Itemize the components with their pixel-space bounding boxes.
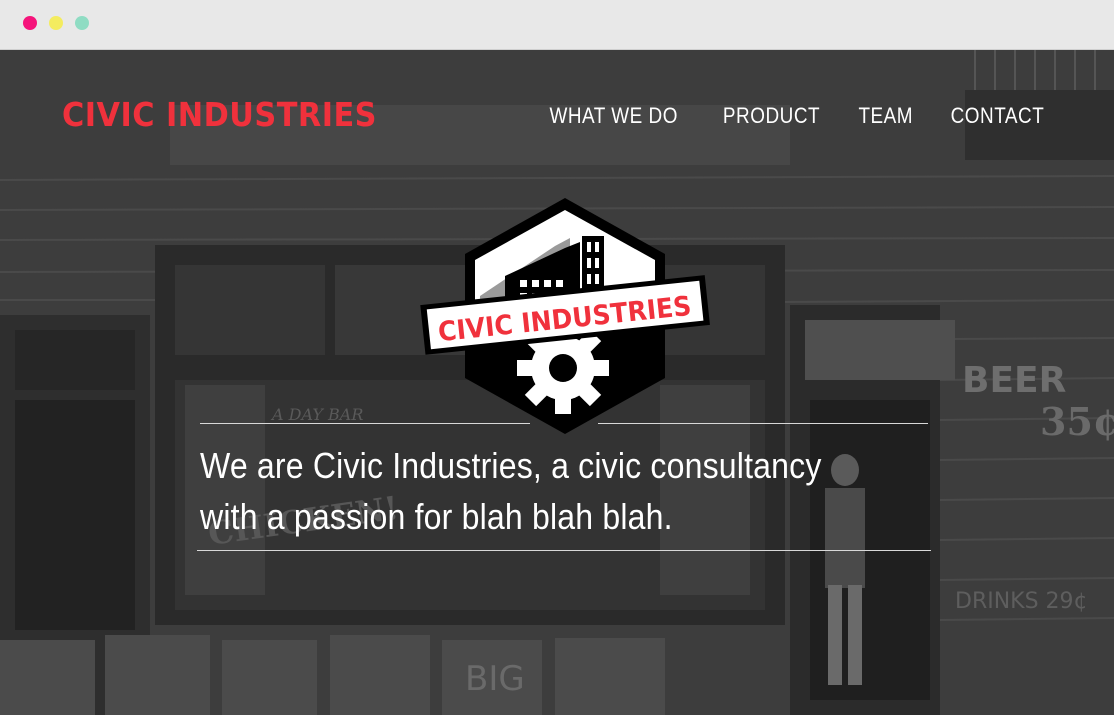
main-nav: WHAT WE DO PRODUCT TEAM CONTACT bbox=[539, 103, 1052, 129]
svg-text:BEER: BEER bbox=[962, 360, 1066, 401]
tagline-top-rule-right bbox=[598, 423, 928, 424]
minimize-window-button[interactable] bbox=[49, 16, 63, 30]
svg-text:DRINKS 29¢: DRINKS 29¢ bbox=[955, 589, 1088, 614]
svg-text:35¢: 35¢ bbox=[1040, 399, 1114, 444]
nav-link-product[interactable]: PRODUCT bbox=[723, 103, 820, 129]
tagline-top-rule-left bbox=[200, 423, 530, 424]
maximize-window-button[interactable] bbox=[75, 16, 89, 30]
svg-text:BIG: BIG bbox=[465, 659, 525, 699]
hero-section: BEER 35¢ DRINKS 29¢ A DAY BAR CHICKEN! B… bbox=[0, 50, 1114, 715]
nav-link-contact[interactable]: CONTACT bbox=[951, 103, 1045, 129]
close-window-button[interactable] bbox=[23, 16, 37, 30]
browser-title-bar bbox=[0, 0, 1114, 50]
nav-link-team[interactable]: TEAM bbox=[858, 103, 913, 129]
hero-tagline: We are Civic Industries, a civic consult… bbox=[200, 445, 822, 537]
svg-text:A DAY BAR: A DAY BAR bbox=[270, 405, 363, 424]
civic-industries-emblem: CIVIC INDUSTRIES bbox=[420, 198, 710, 434]
nav-link-what-we-do[interactable]: WHAT WE DO bbox=[550, 103, 678, 129]
tagline-bottom-rule bbox=[197, 550, 931, 551]
site-logo-link[interactable]: CIVIC INDUSTRIES bbox=[62, 95, 377, 134]
